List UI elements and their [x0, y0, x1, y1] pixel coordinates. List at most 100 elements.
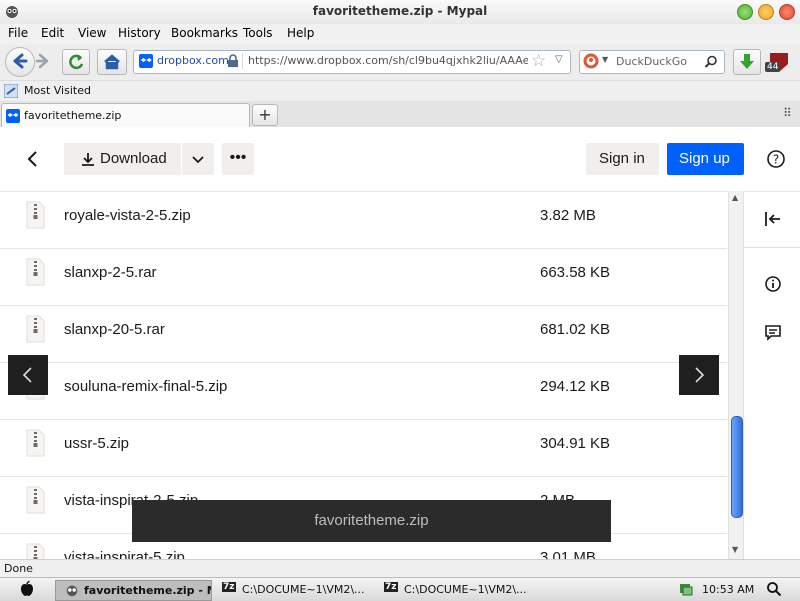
zip-file-icon	[26, 258, 45, 286]
sign-in-button[interactable]: Sign in	[586, 143, 659, 175]
download-button[interactable]: Download	[64, 143, 181, 175]
file-name: royale-vista-2-5.zip	[64, 207, 191, 224]
search-icon[interactable]	[766, 581, 782, 597]
most-visited-label: Most Visited	[24, 84, 91, 97]
comment-icon[interactable]	[763, 322, 783, 342]
forward-arrow-icon	[35, 53, 49, 69]
collapse-panel-icon[interactable]	[763, 209, 783, 229]
close-button[interactable]	[779, 4, 795, 20]
zip-file-icon	[26, 201, 45, 229]
dropbox-tab-icon	[6, 109, 20, 123]
file-size: 681.02 KB	[540, 321, 611, 338]
7zip-icon: 7z	[384, 582, 398, 592]
dropbox-header: Download ••• Sign in Sign up ?	[0, 127, 800, 192]
7zip-icon: 7z	[222, 582, 236, 592]
help-icon[interactable]: ?	[766, 149, 786, 169]
file-size: 294.12 KB	[540, 378, 611, 395]
zip-file-icon	[26, 315, 45, 343]
minimize-button[interactable]	[737, 4, 753, 20]
search-engine-selector[interactable]: ▼	[583, 53, 613, 69]
file-list-scrollbar[interactable]: ▲ ▼	[728, 191, 744, 559]
search-placeholder: DuckDuckGo	[616, 55, 687, 68]
file-name: slanxp-2-5.rar	[64, 264, 157, 281]
downloads-button[interactable]	[733, 49, 761, 75]
duckduckgo-icon	[583, 53, 599, 69]
title-bar: favoritetheme.zip - Mypal	[0, 0, 800, 25]
menu-edit[interactable]: Edit	[41, 26, 64, 40]
chevron-left-icon[interactable]	[23, 149, 43, 169]
dropbox-site-icon	[139, 54, 153, 68]
taskbar-item-label: C:\DOCUME~1\VM2\...	[242, 583, 365, 596]
reload-button[interactable]	[62, 49, 90, 75]
scroll-up-arrow-icon[interactable]: ▲	[732, 193, 738, 202]
file-row[interactable]: ussr-5.zip 304.91 KB	[0, 419, 727, 477]
download-options-button[interactable]	[182, 143, 214, 175]
file-name: souluna-remix-final-5.zip	[64, 378, 228, 395]
site-badge-label: dropbox.com	[157, 54, 229, 67]
scrollbar-thumb[interactable]	[731, 416, 743, 518]
sign-in-label: Sign in	[599, 150, 645, 167]
search-icon[interactable]	[704, 55, 718, 69]
file-row[interactable]: souluna-remix-final-5.zip 294.12 KB	[0, 362, 727, 420]
file-row[interactable]: royale-vista-2-5.zip 3.82 MB	[0, 191, 727, 249]
taskbar-item-7zip-1[interactable]: 7z C:\DOCUME~1\VM2\...	[220, 580, 372, 599]
plus-icon: +	[258, 105, 272, 124]
tab-bar: favoritetheme.zip + ⠿	[0, 101, 800, 128]
file-size: 663.58 KB	[540, 264, 611, 281]
most-visited-icon	[4, 84, 18, 98]
menu-help[interactable]: Help	[287, 26, 314, 40]
url-dropdown-icon[interactable]: ▽	[555, 54, 563, 65]
search-bar[interactable]: ▼ DuckDuckGo	[579, 50, 725, 74]
bookmark-star-icon[interactable]: ☆	[531, 51, 546, 71]
chevron-down-icon	[192, 156, 204, 164]
file-row[interactable]: slanxp-2-5.rar 663.58 KB	[0, 248, 727, 306]
menu-view[interactable]: View	[78, 26, 106, 40]
mypal-task-icon	[66, 585, 78, 597]
tab-favoritetheme[interactable]: favoritetheme.zip	[1, 103, 250, 128]
new-tab-button[interactable]: +	[252, 104, 278, 126]
info-icon[interactable]	[763, 274, 783, 294]
zip-file-icon	[26, 429, 45, 457]
url-bar[interactable]: dropbox.com https://www.dropbox.com/sh/c…	[133, 50, 571, 74]
file-name: ussr-5.zip	[64, 435, 130, 452]
taskbar-item-7zip-2[interactable]: 7z C:\DOCUME~1\VM2\...	[382, 580, 534, 599]
chevron-right-icon	[695, 367, 705, 383]
maximize-button[interactable]	[758, 4, 774, 20]
addon-button[interactable]: 44	[765, 50, 793, 74]
file-name-toast: favoritetheme.zip	[132, 500, 611, 542]
previous-file-button[interactable]	[8, 355, 48, 395]
menu-history[interactable]: History	[118, 26, 161, 40]
navigation-toolbar: dropbox.com https://www.dropbox.com/sh/c…	[0, 44, 800, 81]
taskbar-item-label: C:\DOCUME~1\VM2\...	[404, 583, 527, 596]
menu-bar: File Edit View History Bookmarks Tools H…	[0, 24, 800, 44]
site-identity-badge[interactable]: dropbox.com	[136, 53, 243, 69]
file-row[interactable]: slanxp-20-5.rar 681.02 KB	[0, 305, 727, 363]
menu-tools[interactable]: Tools	[243, 26, 273, 40]
network-tray-icon[interactable]	[678, 581, 694, 597]
sign-up-button[interactable]: Sign up	[667, 143, 744, 175]
sign-up-label: Sign up	[679, 150, 730, 167]
reload-icon	[69, 54, 84, 70]
status-text: Done	[4, 562, 33, 575]
file-size: 3.82 MB	[540, 207, 596, 224]
window-title: favoritetheme.zip - Mypal	[312, 4, 488, 18]
menu-file[interactable]: File	[8, 26, 28, 40]
taskbar-item-mypal[interactable]: favoritetheme.zip - M...	[55, 580, 212, 601]
menu-bookmarks[interactable]: Bookmarks	[171, 26, 238, 40]
svg-text:?: ?	[773, 153, 779, 167]
file-name: vista-inspirat-5.zip	[64, 549, 185, 559]
back-button[interactable]	[5, 47, 35, 77]
taskbar: favoritetheme.zip - M... 7z C:\DOCUME~1\…	[0, 577, 800, 601]
scroll-down-arrow-icon[interactable]: ▼	[732, 545, 738, 554]
dropbox-page: Download ••• Sign in Sign up ? royale-vi…	[0, 127, 800, 559]
more-options-button[interactable]: •••	[222, 143, 254, 175]
forward-button[interactable]	[34, 52, 54, 70]
more-dots-icon: •••	[229, 149, 247, 166]
apple-menu-icon[interactable]	[18, 580, 36, 598]
home-button[interactable]	[97, 49, 127, 75]
download-label: Download	[100, 150, 167, 167]
next-file-button[interactable]	[679, 355, 719, 395]
clock: 10:53 AM	[702, 583, 755, 596]
tab-list-icon[interactable]: ⠿	[783, 106, 792, 120]
zip-file-icon	[26, 486, 45, 514]
